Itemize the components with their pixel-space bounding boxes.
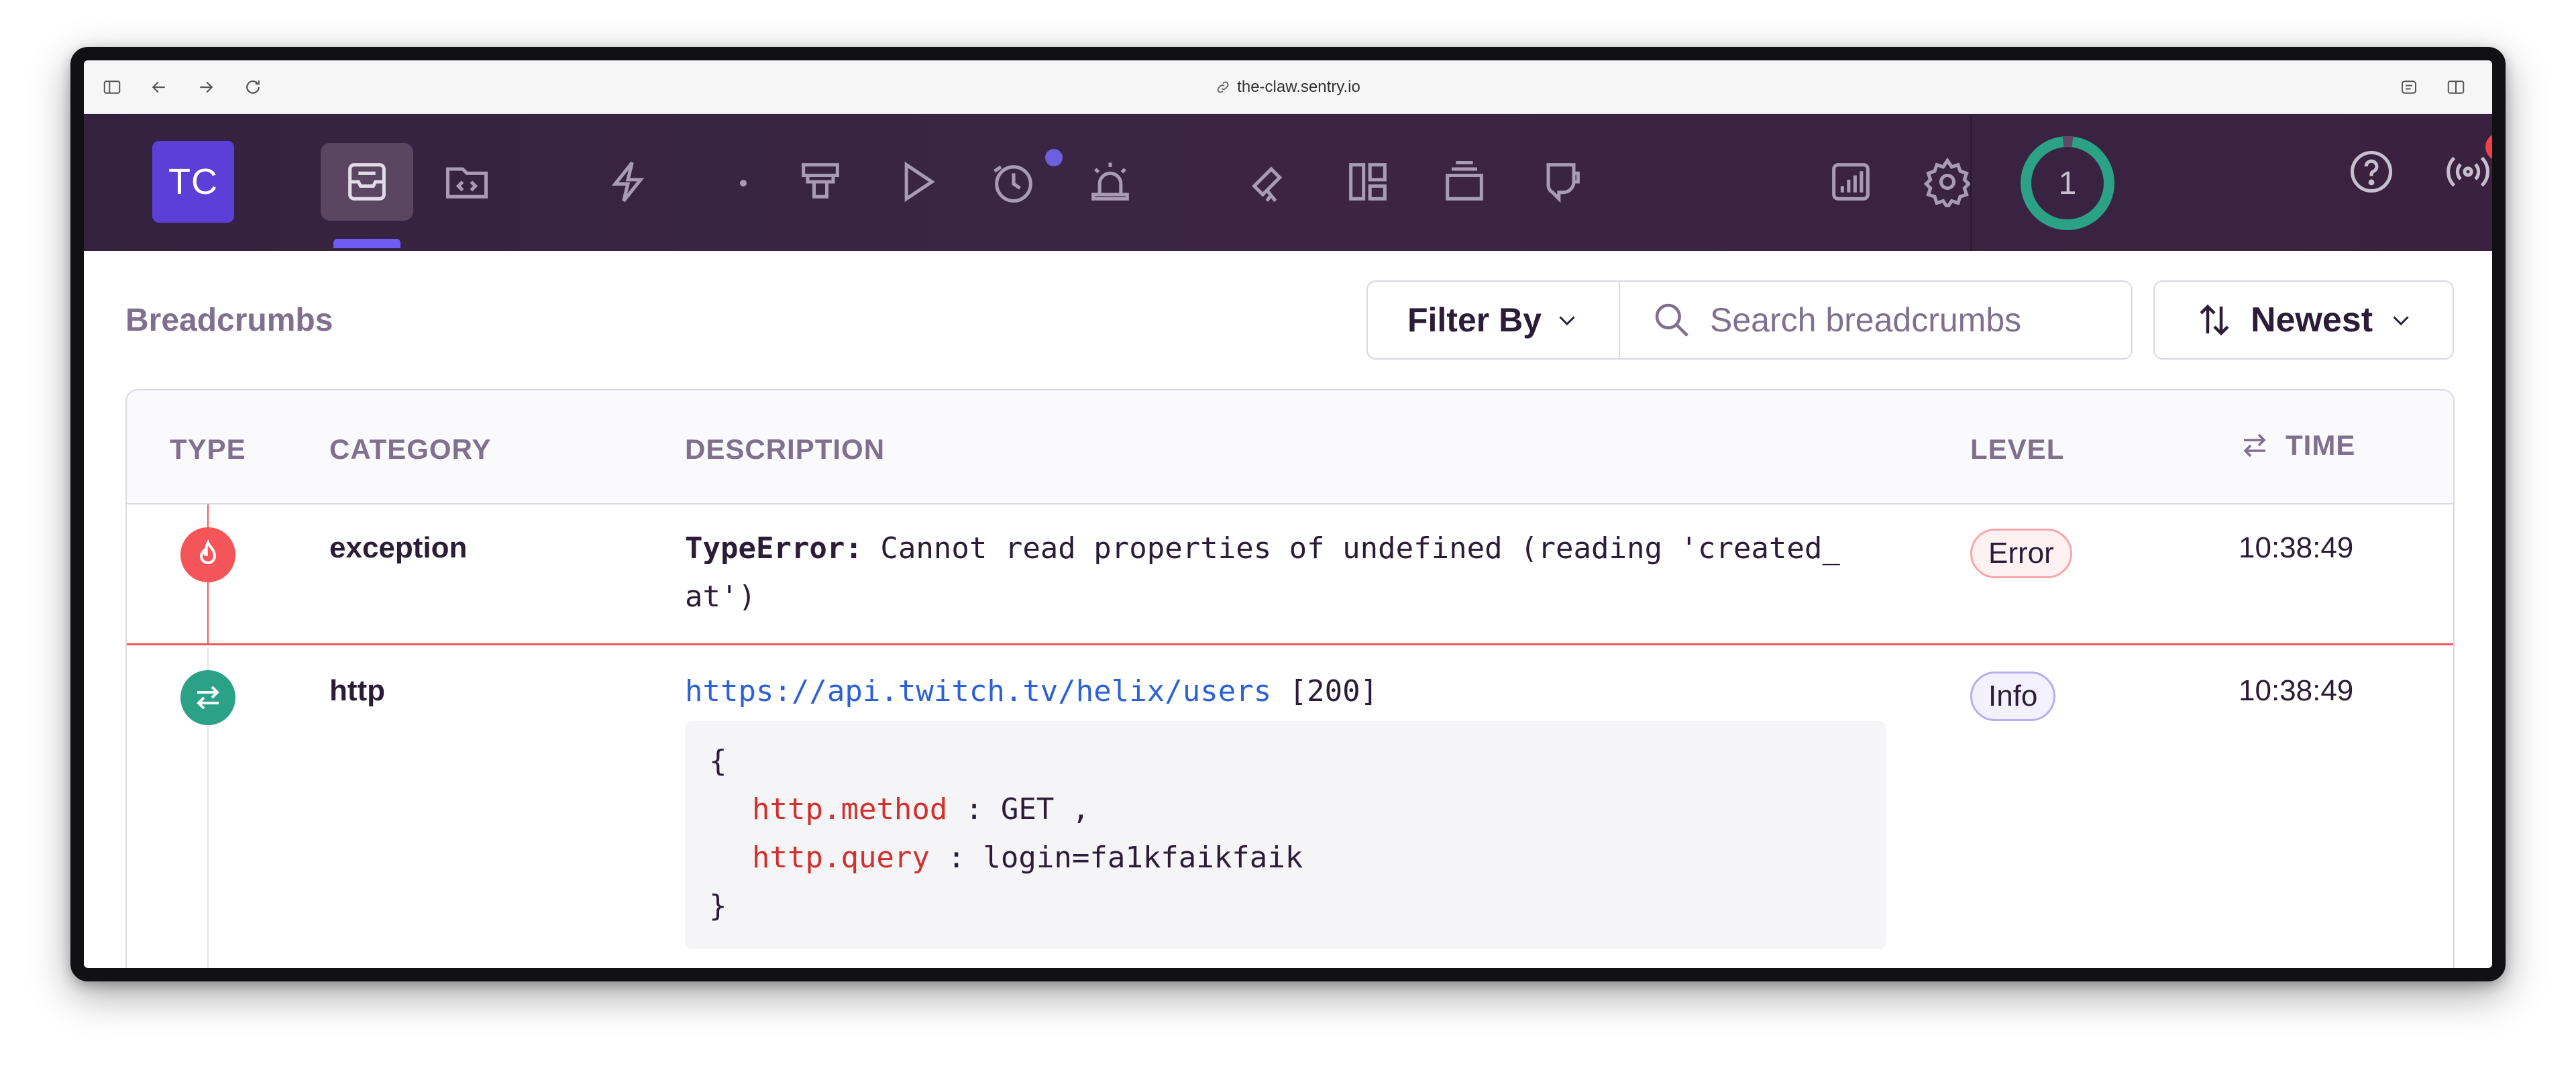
- breadcrumbs-table: TYPE CATEGORY DESCRIPTION LEVEL TIME exc…: [125, 389, 2455, 968]
- json-open-brace: {: [709, 744, 727, 778]
- fire-icon: [180, 527, 235, 582]
- feedback-icon[interactable]: [1530, 151, 1592, 213]
- row-time: 10:38:49: [2239, 674, 2354, 707]
- json-key: http.query: [752, 841, 930, 875]
- settings-icon[interactable]: [1917, 151, 1978, 213]
- breadcrumb-filter-group: Filter By: [1366, 280, 2133, 360]
- help-icon[interactable]: [2341, 141, 2402, 203]
- crons-notification-badge: [1045, 149, 1063, 166]
- sort-icon: [2200, 304, 2229, 336]
- error-message-cont: at'): [685, 580, 756, 614]
- error-message: Cannot read properties of undefined (rea…: [862, 531, 1840, 566]
- json-line: http.query : login=fa1kfaikfaik: [709, 834, 1862, 882]
- org-avatar[interactable]: TC: [152, 141, 234, 223]
- table-row: exception TypeError: Cannot read propert…: [127, 504, 2453, 645]
- search-input[interactable]: [1710, 301, 2126, 339]
- releases-icon[interactable]: [790, 151, 851, 213]
- alerts-icon[interactable]: [1079, 151, 1141, 213]
- header-description: DESCRIPTION: [685, 433, 885, 465]
- json-value: GET ,: [1000, 792, 1090, 826]
- discover-icon[interactable]: [1240, 151, 1302, 213]
- header-time[interactable]: TIME: [2239, 429, 2355, 462]
- json-colon: :: [965, 792, 983, 826]
- header-time-label: TIME: [2286, 429, 2356, 461]
- swap-icon: [180, 670, 235, 725]
- nav-divider: [1970, 114, 1972, 251]
- header-level: LEVEL: [1970, 433, 2065, 465]
- row-time: 10:38:49: [2239, 531, 2354, 564]
- url-text: the-claw.sentry.io: [1237, 78, 1360, 96]
- table-header: TYPE CATEGORY DESCRIPTION LEVEL TIME: [127, 390, 2453, 504]
- row-description: https://api.twitch.tv/helix/users [200]: [685, 667, 1378, 716]
- nav-separator-dot: [740, 180, 747, 186]
- browser-window: the-claw.sentry.io TC 1 Breadcrumbs Filt…: [70, 47, 2506, 981]
- link-icon: [1217, 81, 1229, 93]
- projects-icon[interactable]: [436, 151, 498, 213]
- json-key: http.method: [752, 792, 948, 826]
- header-type: TYPE: [170, 433, 246, 465]
- sort-label: Newest: [2250, 301, 2373, 339]
- json-close-brace: }: [709, 889, 727, 923]
- header-category: CATEGORY: [329, 433, 492, 465]
- filter-by-button[interactable]: Filter By: [1368, 282, 1620, 358]
- row-category: exception: [329, 531, 468, 564]
- level-badge-info: Info: [1970, 671, 2056, 721]
- issues-icon[interactable]: [321, 143, 413, 221]
- search-field[interactable]: [1620, 282, 2131, 358]
- split-view-icon[interactable]: [2441, 72, 2471, 102]
- breadcrumbs-title: Breadcrumbs: [125, 303, 333, 338]
- stats-icon[interactable]: [1820, 151, 1882, 213]
- json-line: http.method : GET ,: [709, 786, 1862, 834]
- chevron-down-icon: [2393, 316, 2409, 326]
- search-icon: [1655, 303, 1688, 337]
- active-tab-indicator: [333, 239, 400, 248]
- row-category: http: [329, 674, 386, 707]
- filter-by-label: Filter By: [1407, 301, 1542, 339]
- error-type: TypeError:: [685, 531, 863, 566]
- row-description: TypeError: Cannot read properties of und…: [685, 525, 1840, 621]
- response-status: [200]: [1289, 674, 1379, 708]
- swap-time-format-icon: [2243, 433, 2266, 458]
- dashboards-icon[interactable]: [1337, 151, 1399, 213]
- crons-icon[interactable]: [983, 151, 1044, 213]
- browser-toolbar: the-claw.sentry.io: [84, 60, 2492, 114]
- onboarding-progress-ring[interactable]: 1: [2017, 133, 2118, 233]
- reader-icon[interactable]: [2394, 72, 2424, 102]
- level-badge-error: Error: [1970, 529, 2072, 578]
- chevron-down-icon: [1559, 316, 1575, 326]
- json-value: login=fa1kfaikfaik: [983, 841, 1303, 875]
- top-navigation: TC 1: [84, 114, 2492, 251]
- json-colon: :: [947, 841, 965, 875]
- replays-icon[interactable]: [886, 151, 948, 213]
- address-bar[interactable]: the-claw.sentry.io: [84, 60, 2492, 114]
- table-row: http https://api.twitch.tv/helix/users […: [127, 647, 2453, 968]
- sort-button[interactable]: Newest: [2153, 280, 2454, 360]
- request-data-block: { http.method : GET , http.query : login…: [685, 721, 1886, 949]
- onboarding-progress-count: 1: [2058, 165, 2077, 201]
- request-url-link[interactable]: https://api.twitch.tv/helix/users: [685, 674, 1271, 708]
- performance-icon[interactable]: [597, 151, 659, 213]
- archive-icon[interactable]: [1434, 151, 1495, 213]
